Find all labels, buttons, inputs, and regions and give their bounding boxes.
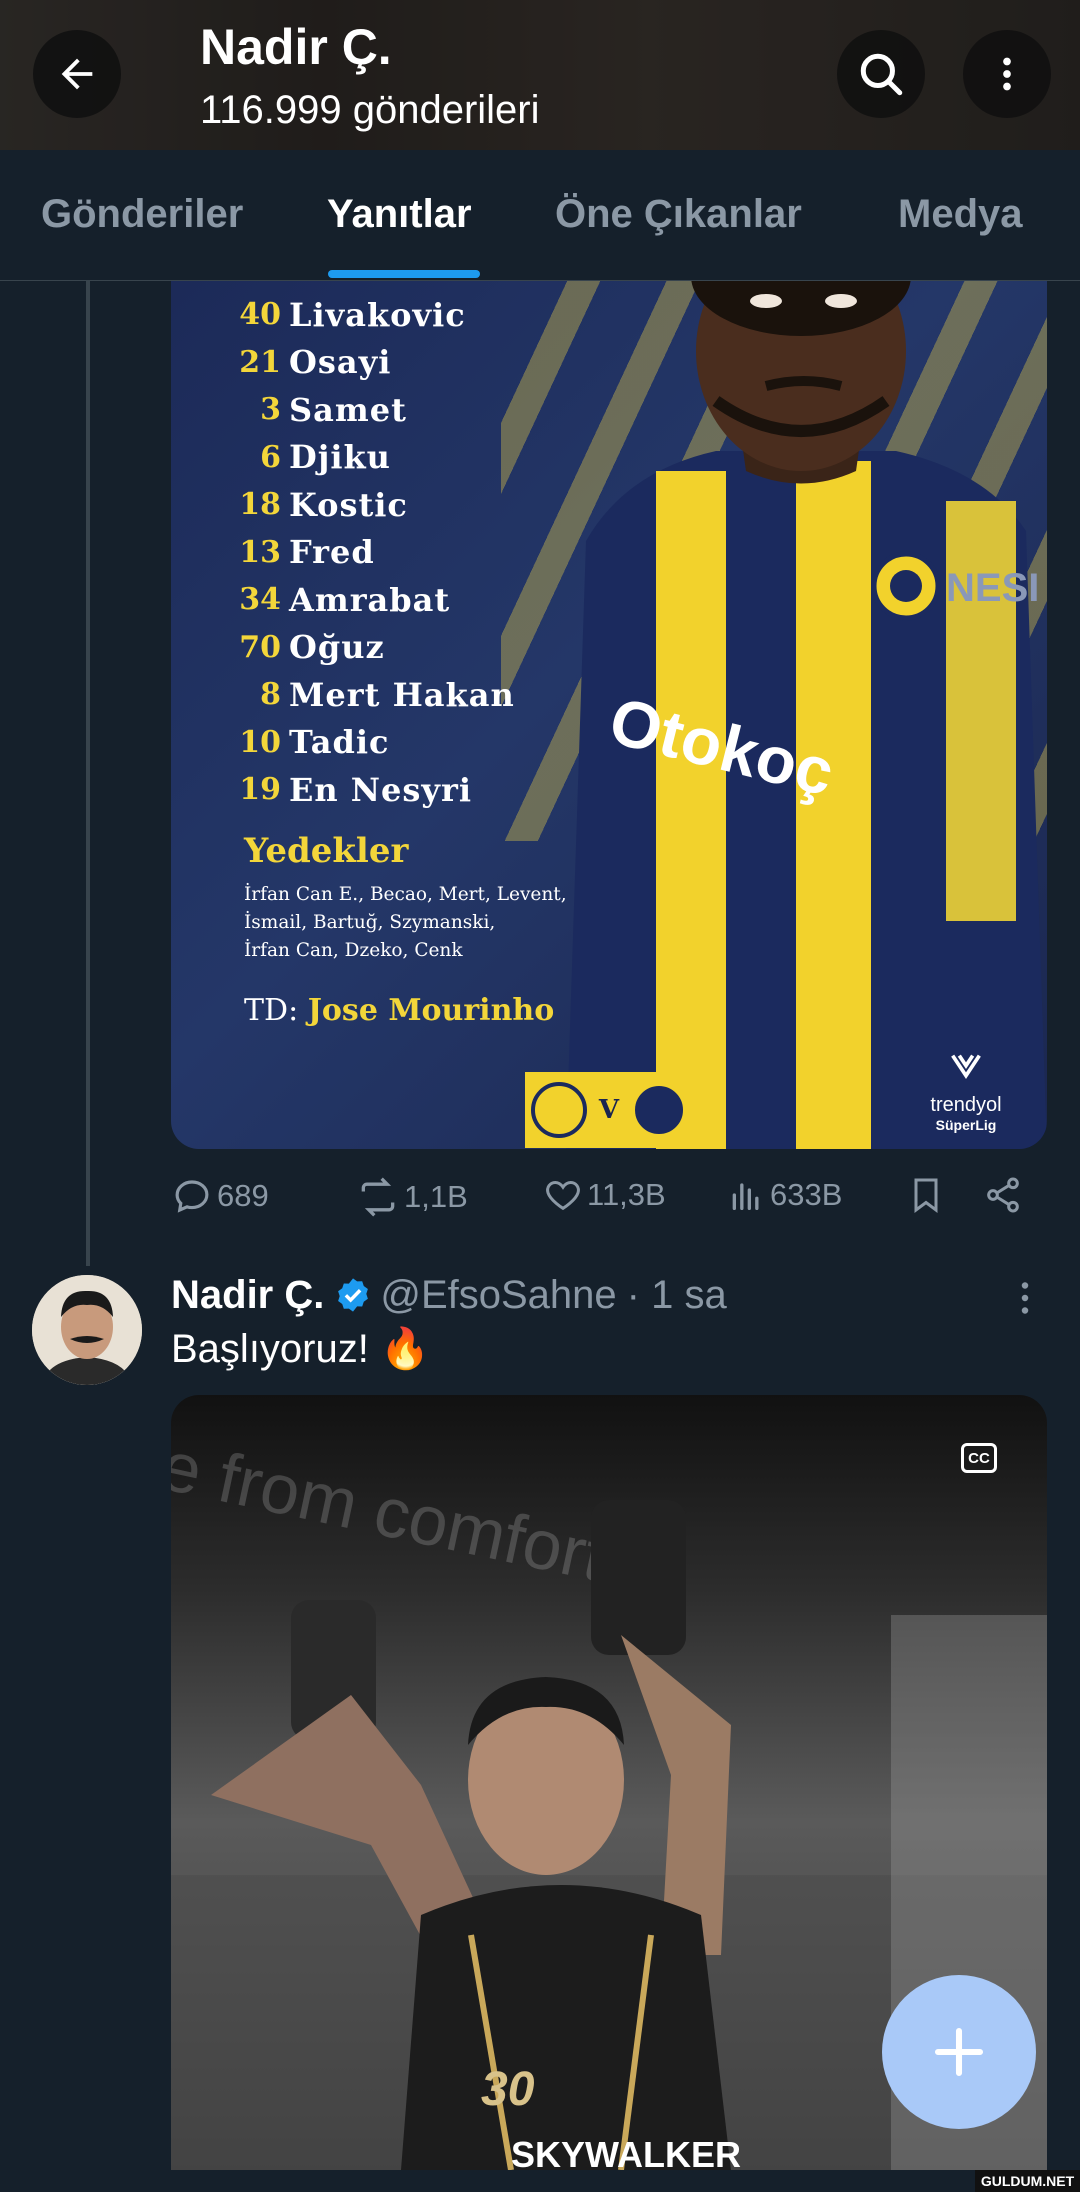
subs-title: Yedekler: [244, 831, 409, 871]
profile-header: Nadir Ç. 116.999 gönderileri: [0, 0, 1080, 150]
player-row: 40 Livakovic: [239, 295, 466, 334]
more-vertical-icon: [1003, 57, 1011, 91]
subs-list: İrfan Can E., Becao, Mert, Levent, İsmai…: [244, 884, 567, 961]
bookmark-button[interactable]: [906, 1175, 950, 1215]
reply-icon: [175, 1180, 209, 1213]
post-header: Nadir Ç. @EfsoSahne · 1 sa: [171, 1270, 727, 1320]
like-button[interactable]: 11,3B: [543, 1175, 666, 1215]
views-count: 633B: [770, 1177, 843, 1212]
league-logo: trendyol SüperLig: [916, 1049, 1016, 1133]
profile-name: Nadir Ç.: [200, 19, 392, 75]
plus-icon: [934, 2027, 984, 2077]
tab-highlights[interactable]: Öne Çıkanlar: [555, 192, 802, 237]
player-row: 13 Fred: [239, 533, 375, 572]
compose-button[interactable]: [882, 1975, 1036, 2129]
fenerbahce-logo: [631, 1082, 688, 1138]
player-row: 10 Tadic: [239, 723, 390, 762]
player-row: 6 Djiku: [260, 438, 391, 477]
back-button[interactable]: [33, 30, 121, 118]
post-actions: 689 1,1B 11,3B 633B: [171, 1175, 1051, 1225]
back-arrow-icon: [61, 58, 93, 90]
captions-button[interactable]: CC: [961, 1443, 997, 1473]
coach-line: TD: Jose Mourinho: [244, 993, 555, 1028]
player-row: 19 En Nesyri: [239, 770, 473, 809]
watermark: GULDUM.NET: [975, 2170, 1080, 2192]
views-icon: [732, 1183, 759, 1210]
jersey-text: SKYWALKER: [511, 2134, 741, 2170]
player-list: 40 Livakovic 21 Osayi 3 Samet 6 Djiku 18 Kost…: [237, 291, 515, 814]
post-text: Başlıyoruz! 🔥: [171, 1327, 430, 1371]
lineup-image[interactable]: Otokoç NESI 40 Livakovic 21 Osayi 3 Samet 6…: [171, 281, 1047, 1149]
tab-replies[interactable]: Yanıtlar: [327, 192, 472, 237]
avatar-portrait: [32, 1275, 142, 1385]
views-button[interactable]: 633B: [726, 1175, 842, 1215]
player-row: 34 Amrabat: [239, 580, 451, 619]
svg-text:NESI: NESI: [946, 566, 1039, 610]
reply-count: 689: [217, 1178, 269, 1213]
kayserispor-logo: [530, 1082, 587, 1138]
post-count: 116.999 gönderileri: [200, 88, 540, 132]
author-handle[interactable]: @EfsoSahne: [380, 1273, 616, 1318]
reply-button[interactable]: 689: [171, 1175, 269, 1217]
trendyol-logo-icon: [951, 1054, 981, 1079]
player-row: 8 Mert Hakan: [260, 675, 515, 714]
active-tab-indicator: [328, 270, 480, 278]
post-more-button[interactable]: [1010, 1278, 1040, 1323]
post-time: · 1 sa: [626, 1272, 727, 1317]
bookmark-icon: [914, 1178, 938, 1213]
profile-tabs: Gönderiler Yanıtlar Öne Çıkanlar Medya: [0, 150, 1080, 281]
player-row: 70 Oğuz: [239, 628, 385, 667]
search-icon: [860, 53, 903, 96]
match-logos: V: [525, 1072, 693, 1148]
tab-media[interactable]: Medya: [898, 192, 1023, 237]
heart-icon: [546, 1180, 580, 1211]
repost-count: 1,1B: [404, 1179, 468, 1214]
repost-icon: [361, 1177, 395, 1217]
player-row: 3 Samet: [260, 390, 407, 429]
search-button[interactable]: [837, 30, 925, 118]
thread-line: [86, 281, 90, 1266]
more-vertical-icon: [1021, 1282, 1029, 1314]
more-options-button[interactable]: [963, 30, 1051, 118]
tab-posts[interactable]: Gönderiler: [41, 192, 243, 237]
share-icon: [987, 1177, 1019, 1213]
author-name[interactable]: Nadir Ç.: [171, 1273, 324, 1318]
player-row: 18 Kostic: [239, 485, 408, 524]
verified-badge-icon: [338, 1278, 369, 1312]
player-row: 21 Osayi: [239, 343, 392, 382]
jersey-number: 30: [481, 2063, 535, 2116]
player-figure: Otokoç NESI: [566, 281, 1047, 1149]
avatar[interactable]: [32, 1275, 142, 1385]
like-count: 11,3B: [587, 1177, 666, 1212]
share-button[interactable]: [983, 1175, 1027, 1215]
repost-button[interactable]: 1,1B: [356, 1175, 468, 1219]
